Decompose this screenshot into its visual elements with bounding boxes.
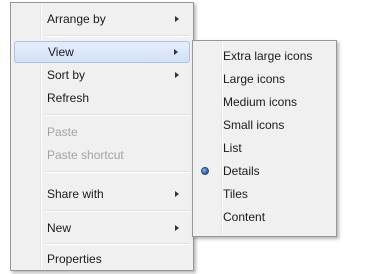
chevron-right-icon xyxy=(175,16,179,22)
menu-item-share-with[interactable]: Share with xyxy=(14,183,190,205)
submenu-item-label: Content xyxy=(223,210,266,224)
submenu-item-label: Extra large icons xyxy=(223,49,313,63)
menu-item-label: Properties xyxy=(47,252,102,266)
menu-item-label: Sort by xyxy=(47,68,86,82)
menu-item-paste: Paste xyxy=(14,121,190,143)
menu-item-arrange-by[interactable]: Arrange by xyxy=(14,8,190,30)
menu-separator xyxy=(44,171,190,173)
menu-item-label: Paste xyxy=(47,125,78,139)
menu-item-label: View xyxy=(48,45,74,59)
submenu-item-extra-large-icons[interactable]: Extra large icons xyxy=(196,45,333,67)
menu-item-refresh[interactable]: Refresh xyxy=(14,87,190,109)
submenu-item-details[interactable]: Details xyxy=(196,160,333,182)
menu-separator xyxy=(44,243,190,245)
submenu-item-label: Large icons xyxy=(223,72,286,86)
menu-item-label: Paste shortcut xyxy=(47,148,124,162)
chevron-right-icon xyxy=(175,191,179,197)
submenu-item-label: Small icons xyxy=(223,118,285,132)
menu-item-paste-shortcut: Paste shortcut xyxy=(14,144,190,166)
submenu-item-large-icons[interactable]: Large icons xyxy=(196,68,333,90)
submenu-item-label: Medium icons xyxy=(223,95,298,109)
submenu-item-label: Tiles xyxy=(223,187,248,201)
submenu-item-label: Details xyxy=(223,164,260,178)
menu-item-label: Refresh xyxy=(47,91,90,105)
menu-item-new[interactable]: New xyxy=(14,217,190,239)
submenu-item-small-icons[interactable]: Small icons xyxy=(196,114,333,136)
menu-separator xyxy=(44,35,190,37)
chevron-right-icon xyxy=(174,49,178,55)
menu-item-label: New xyxy=(47,221,72,235)
submenu-item-list[interactable]: List xyxy=(196,137,333,159)
chevron-right-icon xyxy=(175,225,179,231)
submenu-item-label: List xyxy=(223,141,242,155)
submenu-item-medium-icons[interactable]: Medium icons xyxy=(196,91,333,113)
menu-item-properties[interactable]: Properties xyxy=(14,248,190,270)
radio-selected-icon xyxy=(201,167,209,175)
view-submenu: Extra large icons Large icons Medium ico… xyxy=(192,40,337,237)
context-menu: Arrange by View Sort by Refresh Paste Pa… xyxy=(10,2,194,271)
menu-item-view[interactable]: View xyxy=(14,41,190,63)
menu-separator xyxy=(44,114,190,116)
submenu-item-content[interactable]: Content xyxy=(196,206,333,228)
menu-item-label: Share with xyxy=(47,187,104,201)
submenu-item-tiles[interactable]: Tiles xyxy=(196,183,333,205)
menu-item-sort-by[interactable]: Sort by xyxy=(14,64,190,86)
chevron-right-icon xyxy=(175,72,179,78)
menu-item-label: Arrange by xyxy=(47,12,106,26)
menu-separator xyxy=(44,210,190,212)
